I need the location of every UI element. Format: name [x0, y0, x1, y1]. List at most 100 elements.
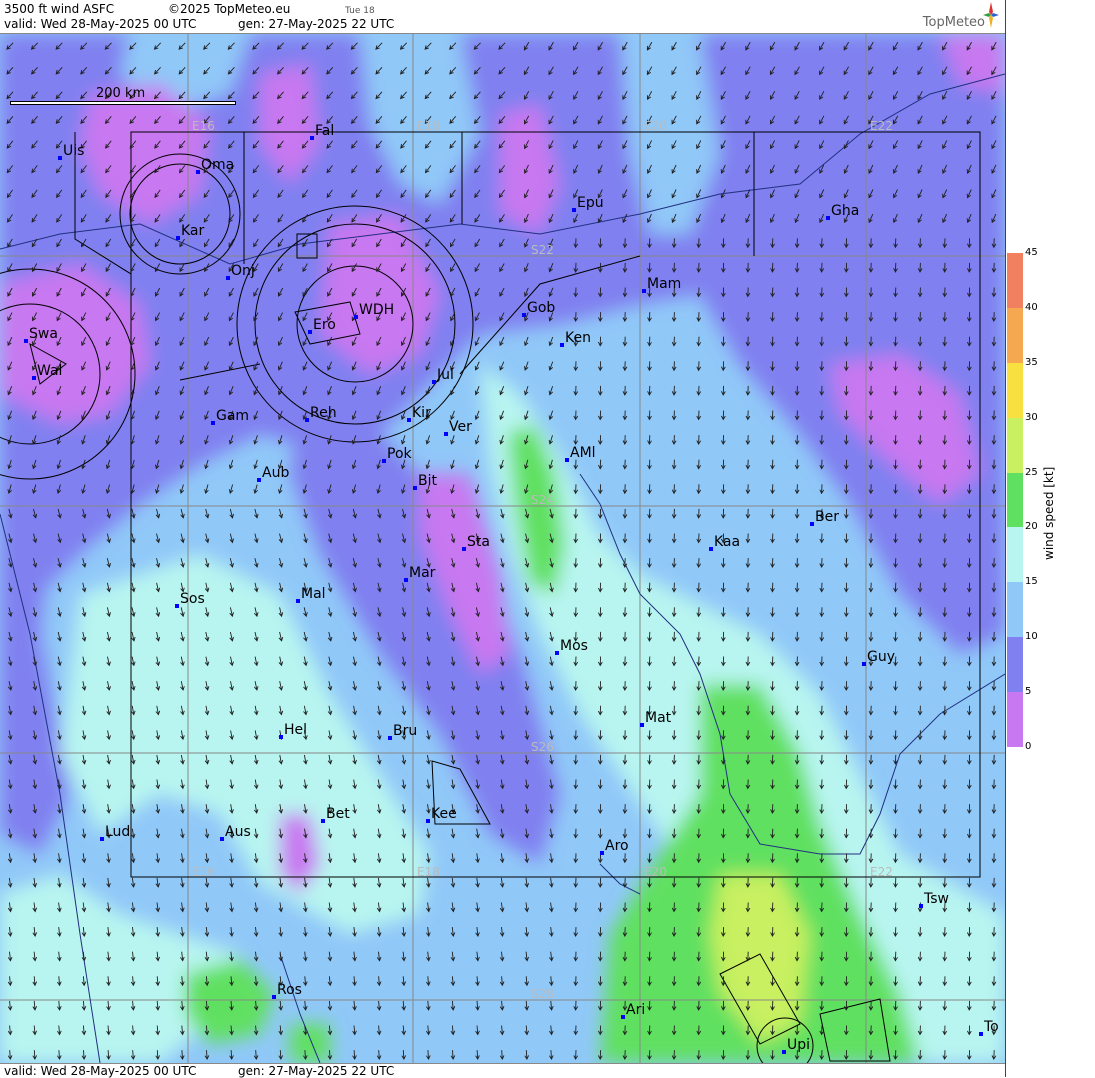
- place-label: Lud: [105, 824, 130, 840]
- place-label: Gha: [831, 203, 859, 219]
- place-oma: Oma: [196, 157, 234, 174]
- place-marker-icon: [413, 486, 417, 490]
- place-aus: Aus: [220, 824, 251, 841]
- legend-tick-label: 30: [1025, 411, 1038, 423]
- place-marker-icon: [572, 208, 576, 212]
- brand-logo: TopMeteo: [904, 2, 999, 32]
- generated-time: gen: 27-May-2025 22 UTC: [238, 17, 395, 31]
- place-label: Ber: [815, 509, 839, 525]
- place-marker-icon: [58, 156, 62, 160]
- place-marker-icon: [308, 330, 312, 334]
- place-kee: Kee: [426, 806, 457, 823]
- legend-tick-label: 25: [1025, 466, 1038, 478]
- scale-bar: 200 km: [10, 86, 236, 105]
- place-marker-icon: [621, 1015, 625, 1019]
- compass-star-icon: [983, 2, 999, 28]
- day-tag: Tue 18: [345, 6, 375, 16]
- place-label: Mam: [647, 276, 681, 292]
- place-label: Mat: [645, 710, 672, 726]
- lat-label: S22: [531, 243, 554, 257]
- place-marker-icon: [382, 459, 386, 463]
- wind-map[interactable]: E16 E18 E20 E22 E16 E18 E20 E22 S22 S24 …: [0, 34, 1005, 1063]
- legend-tick-label: 20: [1025, 521, 1038, 533]
- place-pok: Pok: [382, 446, 413, 463]
- place-label: Epu: [577, 195, 604, 211]
- place-label: Ero: [313, 317, 336, 333]
- place-marker-icon: [826, 216, 830, 220]
- place-label: Gam: [216, 408, 249, 424]
- lat-label: S26: [531, 740, 554, 754]
- place-marker-icon: [979, 1032, 983, 1036]
- lon-label: E20: [644, 119, 667, 133]
- lon-label: E18: [417, 865, 440, 879]
- place-label: Kee: [431, 806, 457, 822]
- place-mat: Mat: [640, 710, 672, 727]
- place-ken: Ken: [560, 330, 591, 347]
- place-aro: Aro: [600, 838, 629, 855]
- place-hel: Hel: [279, 722, 307, 739]
- place-marker-icon: [560, 343, 564, 347]
- place-label: Kaa: [714, 534, 740, 550]
- place-epu: Epu: [572, 195, 604, 212]
- legend-tick-label: 10: [1025, 631, 1038, 643]
- place-label: Sta: [467, 534, 490, 550]
- place-label: Ros: [277, 982, 302, 998]
- place-label: Aub: [262, 465, 289, 481]
- scale-label: 200 km: [96, 86, 146, 101]
- place-ero: Ero: [308, 317, 336, 334]
- place-reh: Reh: [305, 405, 337, 422]
- place-label: Guy: [867, 649, 895, 665]
- place-marker-icon: [388, 736, 392, 740]
- legend-title: wind speed [kt]: [1042, 466, 1056, 560]
- place-mam: Mam: [642, 276, 681, 293]
- place-marker-icon: [404, 578, 408, 582]
- place-marker-icon: [522, 313, 526, 317]
- lat-label: S28: [531, 987, 554, 1001]
- place-label: Gob: [527, 300, 555, 316]
- place-marker-icon: [444, 432, 448, 436]
- place-ver: Ver: [444, 419, 472, 436]
- place-wal: Wal: [32, 363, 62, 380]
- lon-label: E22: [870, 119, 893, 133]
- place-ber: Ber: [810, 509, 839, 526]
- place-label: Ken: [565, 330, 591, 346]
- place-marker-icon: [810, 522, 814, 526]
- place-marker-icon: [555, 651, 559, 655]
- place-marker-icon: [862, 662, 866, 666]
- product-title: 3500 ft wind ASFC: [4, 2, 115, 16]
- place-label: Ari: [626, 1002, 645, 1018]
- place-upi: Upi: [782, 1037, 810, 1054]
- place-label: Aro: [605, 838, 629, 854]
- legend-color-step: [1007, 637, 1023, 693]
- place-marker-icon: [354, 315, 358, 319]
- legend-color-step: [1007, 527, 1023, 583]
- place-mal: Mal: [296, 586, 326, 603]
- place-label: Swa: [29, 326, 58, 342]
- place-marker-icon: [226, 276, 230, 280]
- place-lud: Lud: [100, 824, 130, 841]
- place-marker-icon: [220, 837, 224, 841]
- place-mos: Mos: [555, 638, 588, 655]
- place-marker-icon: [919, 904, 923, 908]
- legend-tick-label: 5: [1025, 686, 1032, 698]
- place-kaa: Kaa: [709, 534, 740, 551]
- place-marker-icon: [426, 819, 430, 823]
- place-label: Kir: [412, 405, 431, 421]
- legend-color-step: [1007, 253, 1023, 309]
- legend-color-step: [1007, 417, 1023, 474]
- valid-time: valid: Wed 28-May-2025 00 UTC: [4, 17, 197, 31]
- place-label: Bit: [418, 473, 437, 489]
- place-gob: Gob: [522, 300, 555, 317]
- place-label: Mal: [301, 586, 326, 602]
- place-label: Reh: [310, 405, 337, 421]
- place-label: Kar: [181, 223, 205, 239]
- place-kar: Kar: [176, 223, 205, 240]
- wind-map-canvas: E16 E18 E20 E22 E16 E18 E20 E22 S22 S24 …: [0, 34, 1005, 1063]
- place-marker-icon: [709, 547, 713, 551]
- place-onj: Onj: [226, 263, 255, 280]
- footer-generated-time: gen: 27-May-2025 22 UTC: [238, 1064, 395, 1078]
- legend-tick-label: 35: [1025, 356, 1038, 368]
- footer-valid-time: valid: Wed 28-May-2025 00 UTC: [4, 1064, 197, 1078]
- place-label: Fal: [315, 123, 334, 139]
- place-label: Hel: [284, 722, 307, 738]
